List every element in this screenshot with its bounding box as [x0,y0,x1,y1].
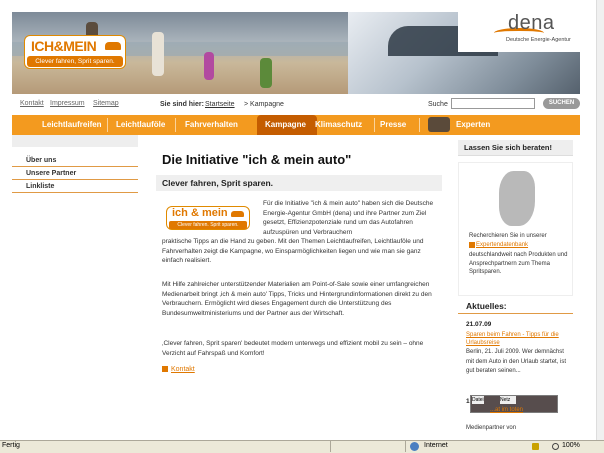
news-text: Berlin, 21. Juli 2009. Wer demnächst mit… [466,349,567,375]
search-input[interactable] [451,98,535,109]
breadcrumb-label: Sie sind hier: [160,101,204,108]
themes-paragraph: praktische Tipps an die Hand zu geben. M… [162,238,424,265]
campaign-logo: ich & mein Clever fahren. Sprit sparen. [166,206,250,230]
page-title: Die Initiative "ich & mein auto" [162,152,352,167]
news-header: Aktuelles: [458,300,573,314]
advice-text-2: deutschlandweit nach Produkten und Anspr… [469,252,568,276]
globe-icon [410,442,419,451]
advice-text-1: Recherchieren Sie in unserer [469,233,547,239]
breadcrumb-current: > Kampagne [244,101,284,108]
breadcrumb-home-link[interactable]: Startseite [205,101,235,108]
advice-box: Recherchieren Sie in unserer Expertendat… [458,162,573,296]
news-link[interactable]: Sparen beim Fahren - Tipps für die Urlau… [466,331,570,347]
nav-leichtlaufreifen[interactable]: Leichtlaufreifen [38,118,106,132]
page-subtitle: Clever fahren, Sprit sparen. [162,178,274,188]
news-title: Aktuelles: [466,301,507,311]
popup-label-datei: Datei [472,396,484,404]
lock-icon [532,443,539,450]
nav-fahrverhalten[interactable]: Fahrverhalten [181,118,242,132]
expertendatenbank-link[interactable]: Expertendatenbank [476,242,528,248]
nav-leichtlaufoele[interactable]: Leichtlauföle [112,118,169,132]
advice-box-header: Lassen Sie sich beraten! [458,140,573,156]
news-date: 21.07.09 [466,321,492,328]
leftnav-header [12,135,138,147]
nav-presse[interactable]: Presse [376,118,410,132]
news2-text: Medienpartner von [466,425,517,431]
intro-paragraph: Für die Initiative "ich & mein auto" hab… [263,200,434,236]
search-label: Suche [428,101,448,108]
zoom-level[interactable]: 100% [562,442,580,449]
kontakt-link-main[interactable]: Kontakt [171,366,195,373]
impressum-link[interactable]: Impressum [50,100,85,107]
sitemap-link[interactable]: Sitemap [93,100,119,107]
dena-logo[interactable]: dena Deutsche Energie-Agentur [458,12,580,52]
leftnav-ueber-uns[interactable]: Über uns [12,154,138,167]
search-button[interactable]: SUCHEN [543,98,580,109]
ich-mein-logo[interactable]: ICH&MEIN Clever fahren, Sprit sparen. [24,35,126,69]
zoom-icon[interactable] [552,443,559,450]
materials-paragraph: Mit Hilfe zahlreicher unterstützender Ma… [162,281,432,317]
status-text: Fertig [2,442,20,449]
logo-text: ICH&MEIN [31,38,97,54]
leftnav-linkliste[interactable]: Linkliste [12,180,138,193]
kontakt-link[interactable]: Kontakt [20,100,44,107]
car-icon [105,42,121,50]
experts-icon [428,117,450,132]
arrow-icon [162,366,168,372]
browser-statusbar [0,440,604,453]
car-icon [231,211,244,217]
dena-name: dena [508,12,555,34]
security-zone: Internet [424,442,448,449]
leftnav-unsere-partner[interactable]: Unsere Partner [12,167,138,180]
nav-klimaschutz[interactable]: Klimaschutz [311,118,366,132]
arrow-icon [469,242,475,248]
popup-label-netz: Netz [500,396,516,404]
nav-kampagne[interactable]: Kampagne [261,118,310,132]
campaign-logo-text: ich & mein [172,207,228,219]
news2-link[interactable]: ...at im toten [490,407,570,413]
slogan-paragraph: ‚Clever fahren, Sprit sparen' bedeutet m… [162,340,424,357]
germany-map-icon [499,171,535,226]
logo-slogan: Clever fahren, Sprit sparen. [27,56,123,67]
advice-box-title: Lassen Sie sich beraten! [464,143,552,152]
dena-subtitle: Deutsche Energie-Agentur [506,37,571,43]
vertical-scrollbar[interactable] [596,0,604,440]
nav-experten[interactable]: Experten [452,118,494,132]
campaign-logo-slogan: Clever fahren. Sprit sparen. [169,221,247,229]
main-nav: Leichtlaufreifen Leichtlauföle Fahrverha… [12,115,580,135]
